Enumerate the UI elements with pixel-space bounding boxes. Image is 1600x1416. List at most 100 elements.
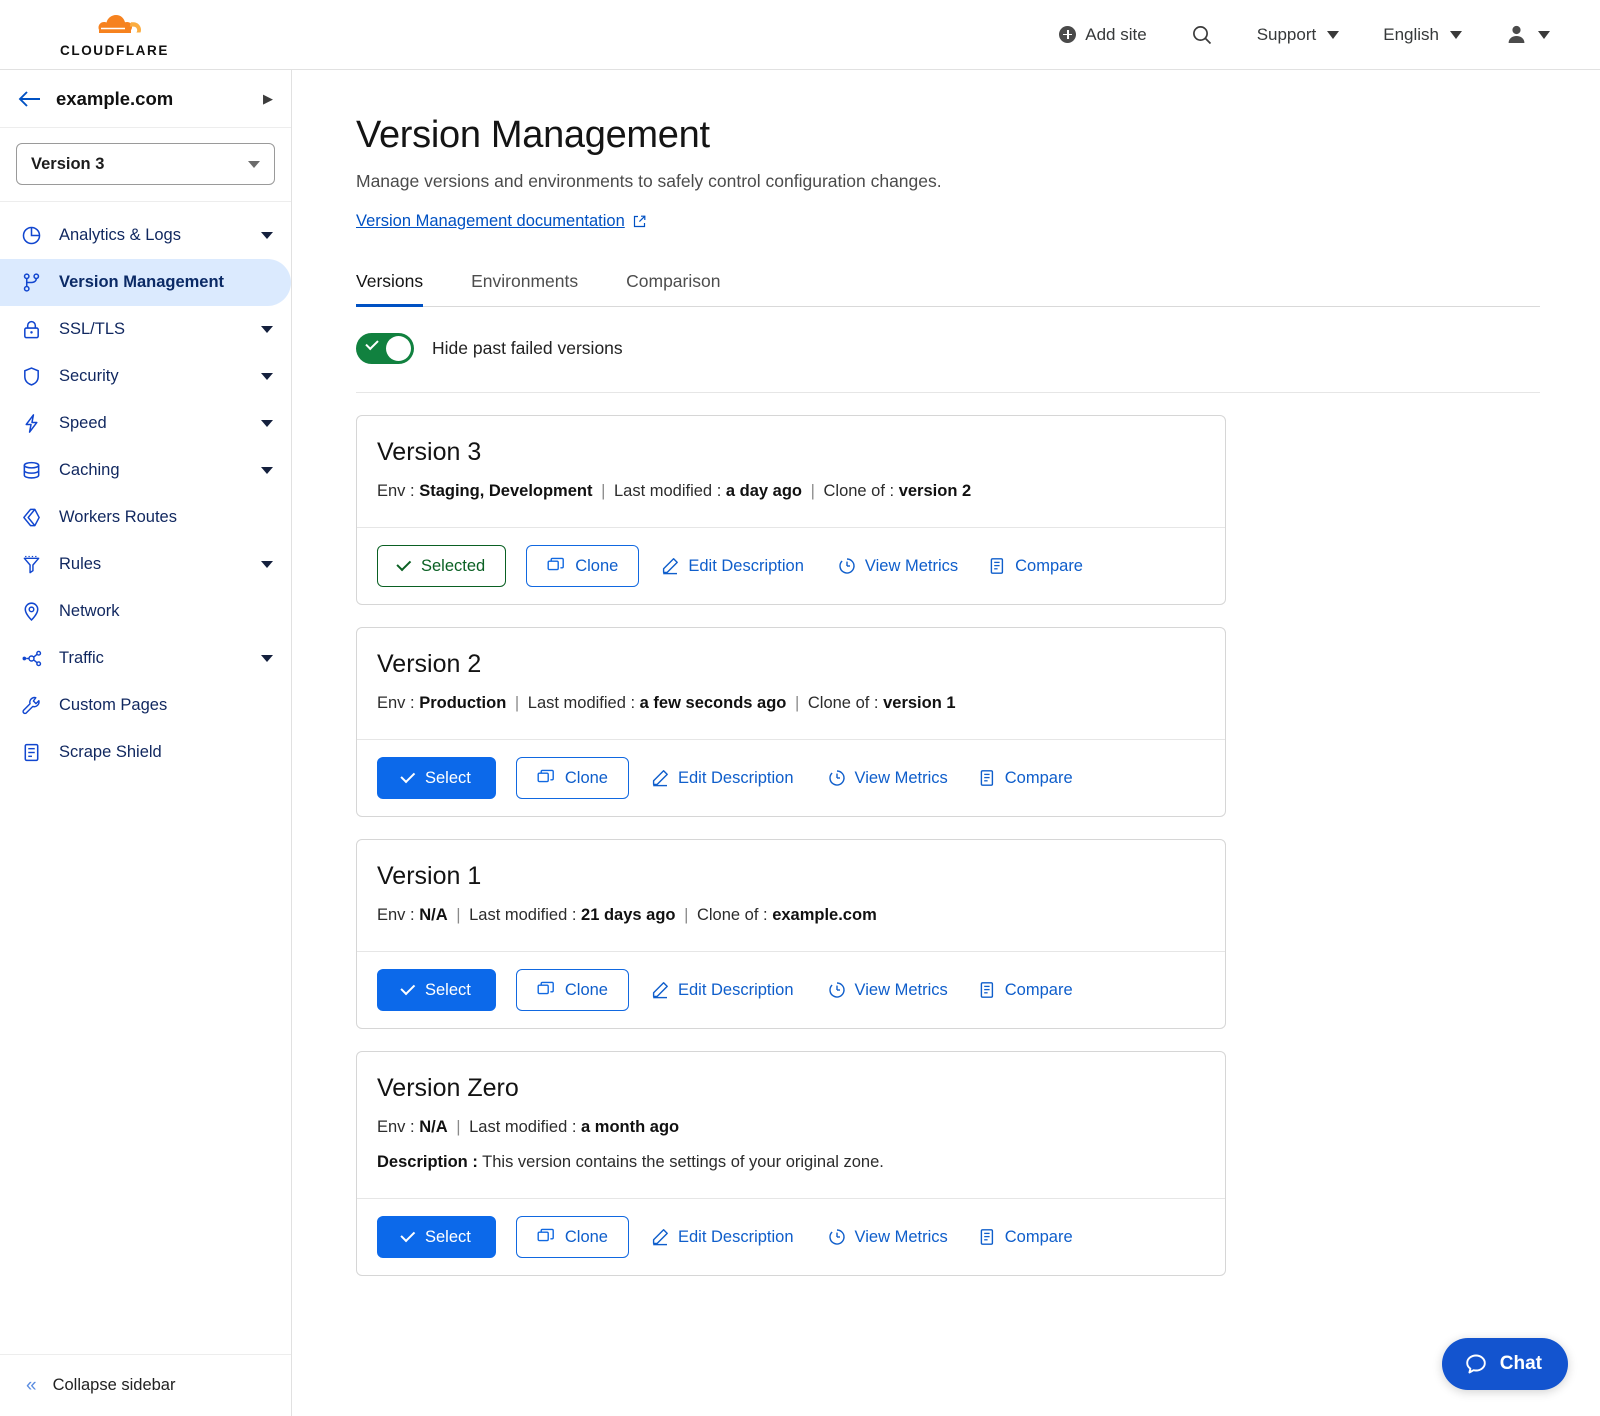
- select-button[interactable]: Select: [377, 757, 496, 799]
- edit-description-button[interactable]: Edit Description: [651, 769, 794, 788]
- bolt-icon: [20, 413, 43, 434]
- sidebar-item-label: Workers Routes: [59, 508, 177, 526]
- page-subtitle: Manage versions and environments to safe…: [356, 171, 942, 191]
- select-button[interactable]: Select: [377, 969, 496, 1011]
- clone-button[interactable]: Clone: [515, 757, 629, 799]
- add-site-button[interactable]: Add site: [1037, 17, 1168, 53]
- chevron-double-left-icon: «: [26, 1374, 36, 1396]
- language-menu[interactable]: English: [1361, 17, 1484, 53]
- sidebar-item-label: Scrape Shield: [59, 743, 162, 761]
- compare-document-icon: [988, 557, 1006, 575]
- clone-button[interactable]: Clone: [515, 969, 629, 1011]
- workers-icon: [20, 507, 43, 528]
- documentation-link[interactable]: Version Management documentation: [356, 212, 646, 231]
- chevron-down-icon: [1538, 30, 1550, 39]
- chat-button[interactable]: Chat: [1441, 1338, 1568, 1390]
- pie-chart-icon: [20, 225, 43, 246]
- last-modified-label: Last modified :: [469, 906, 577, 924]
- compare-button[interactable]: Compare: [978, 981, 1073, 1000]
- compare-button[interactable]: Compare: [978, 1228, 1073, 1247]
- clock-icon: [828, 1228, 846, 1246]
- arrow-left-icon[interactable]: [18, 90, 40, 108]
- clock-icon: [828, 981, 846, 999]
- traffic-icon: [20, 648, 43, 669]
- tab-versions[interactable]: Versions: [356, 271, 424, 307]
- sidebar-item-label: Analytics & Logs: [59, 226, 181, 244]
- version-description: Description : This version contains the …: [377, 1153, 1205, 1172]
- hide-failed-versions-toggle[interactable]: [356, 333, 414, 364]
- sidebar-item-version-management[interactable]: Version Management: [0, 259, 291, 306]
- last-modified-label: Last modified :: [527, 694, 636, 712]
- view-metrics-button[interactable]: View Metrics: [828, 769, 948, 788]
- sidebar-item-analytics-logs[interactable]: Analytics & Logs: [0, 212, 291, 259]
- meta-separator: |: [456, 1118, 461, 1136]
- sidebar-item-caching[interactable]: Caching: [0, 447, 291, 494]
- sidebar-item-ssl-tls[interactable]: SSL/TLS: [0, 306, 291, 353]
- sidebar-item-network[interactable]: Network: [0, 588, 291, 635]
- clone-of-value: version 2: [898, 482, 972, 500]
- document-icon: [20, 742, 43, 763]
- zone-name: example.com: [56, 87, 174, 109]
- hide-failed-versions-label: Hide past failed versions: [432, 338, 623, 358]
- plus-circle-icon: [1059, 26, 1077, 43]
- sidebar-item-label: Caching: [59, 461, 120, 479]
- compare-button[interactable]: Compare: [988, 557, 1083, 576]
- zone-breadcrumb[interactable]: example.com ▶: [0, 70, 291, 128]
- tab-environments[interactable]: Environments: [471, 271, 578, 306]
- sidebar-item-label: Speed: [59, 414, 107, 432]
- funnel-icon: [20, 554, 43, 575]
- view-metrics-button[interactable]: View Metrics: [828, 1228, 948, 1247]
- cloudflare-cloud-icon: [83, 11, 147, 41]
- account-menu[interactable]: [1484, 16, 1572, 53]
- env-label: Env :: [377, 482, 415, 500]
- top-bar: CLOUDFLARE Add site Support English: [0, 0, 1600, 70]
- collapse-sidebar-button[interactable]: « Collapse sidebar: [0, 1354, 291, 1416]
- sidebar-item-traffic[interactable]: Traffic: [0, 635, 291, 682]
- support-menu[interactable]: Support: [1235, 17, 1362, 53]
- database-icon: [20, 460, 43, 481]
- version-card-body: Version 2 Env : Production | Last modifi…: [357, 628, 1225, 739]
- view-metrics-label: View Metrics: [864, 556, 959, 575]
- cloudflare-logo[interactable]: CLOUDFLARE: [60, 11, 169, 58]
- clone-button[interactable]: Clone: [515, 1216, 629, 1258]
- tab-comparison[interactable]: Comparison: [626, 271, 720, 306]
- toggle-knob: [386, 336, 411, 361]
- version-selector[interactable]: Version 3: [16, 143, 275, 185]
- meta-separator: |: [810, 482, 815, 500]
- sidebar-item-workers-routes[interactable]: Workers Routes: [0, 494, 291, 541]
- view-metrics-label: View Metrics: [854, 980, 948, 999]
- search-button[interactable]: [1169, 16, 1235, 54]
- sidebar-item-scrape-shield[interactable]: Scrape Shield: [0, 729, 291, 776]
- sidebar-item-security[interactable]: Security: [0, 353, 291, 400]
- sidebar-nav: Analytics & Logs Version Management SSL/…: [0, 202, 291, 1354]
- edit-description-label: Edit Description: [688, 556, 804, 575]
- version-card: Version 1 Env : N/A | Last modified : 21…: [356, 839, 1226, 1029]
- edit-description-button[interactable]: Edit Description: [661, 557, 804, 576]
- sidebar-item-rules[interactable]: Rules: [0, 541, 291, 588]
- select-button[interactable]: Select: [377, 1216, 496, 1258]
- edit-description-button[interactable]: Edit Description: [651, 981, 794, 1000]
- view-metrics-button[interactable]: View Metrics: [838, 557, 958, 576]
- compare-button[interactable]: Compare: [978, 769, 1073, 788]
- edit-description-button[interactable]: Edit Description: [651, 1228, 794, 1247]
- lock-icon: [20, 319, 43, 340]
- last-modified-value: a few seconds ago: [639, 694, 787, 712]
- version-name: Version Zero: [377, 1074, 519, 1102]
- env-label: Env :: [377, 906, 415, 924]
- version-card-body: Version 3 Env : Staging, Development | L…: [357, 416, 1225, 527]
- compare-label: Compare: [1004, 1227, 1073, 1246]
- sidebar-item-custom-pages[interactable]: Custom Pages: [0, 682, 291, 729]
- chevron-right-icon[interactable]: ▶: [263, 91, 273, 107]
- selected-button[interactable]: Selected: [377, 545, 507, 587]
- compare-label: Compare: [1004, 980, 1073, 999]
- sidebar-item-speed[interactable]: Speed: [0, 400, 291, 447]
- env-label: Env :: [377, 694, 415, 712]
- compare-label: Compare: [1015, 556, 1083, 575]
- sidebar-item-label: Rules: [59, 555, 102, 573]
- select-label: Select: [425, 768, 471, 787]
- clone-button[interactable]: Clone: [526, 545, 640, 587]
- copy-icon: [537, 769, 555, 787]
- view-metrics-button[interactable]: View Metrics: [828, 981, 948, 1000]
- sidebar-item-label: Network: [59, 602, 120, 620]
- version-card-body: Version 1 Env : N/A | Last modified : 21…: [357, 840, 1225, 951]
